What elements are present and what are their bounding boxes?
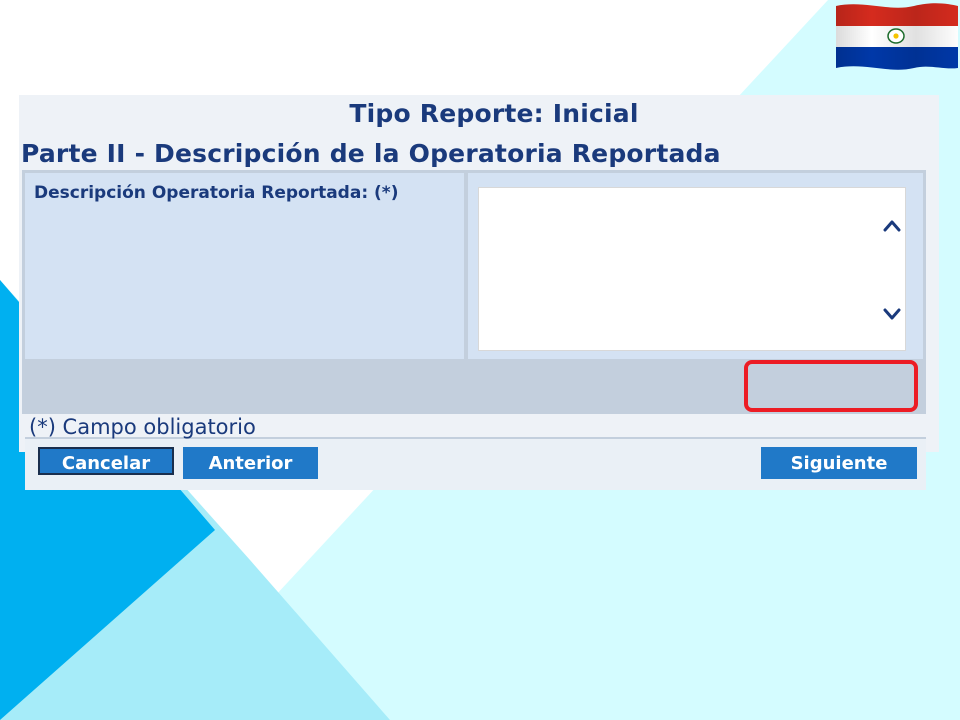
input-cell [468,173,923,359]
section-title: Parte II - Descripción de la Operatoria … [21,139,721,168]
next-button[interactable]: Siguiente [761,447,917,479]
required-field-note: (*) Campo obligatorio [29,415,256,439]
label-cell: Descripción Operatoria Reportada: (*) [25,173,464,359]
chevron-up-icon[interactable] [883,218,901,234]
cancel-button[interactable]: Cancelar [38,447,174,475]
previous-button[interactable]: Anterior [183,447,318,479]
paraguay-flag-icon [836,3,958,70]
report-type-title: Tipo Reporte: Inicial [349,99,639,128]
description-textarea[interactable] [478,187,906,351]
chevron-down-icon[interactable] [883,306,901,322]
next-button-highlight [744,360,918,412]
button-row: Cancelar Anterior Siguiente [25,437,926,490]
description-field-label: Descripción Operatoria Reportada: (*) [34,183,399,203]
